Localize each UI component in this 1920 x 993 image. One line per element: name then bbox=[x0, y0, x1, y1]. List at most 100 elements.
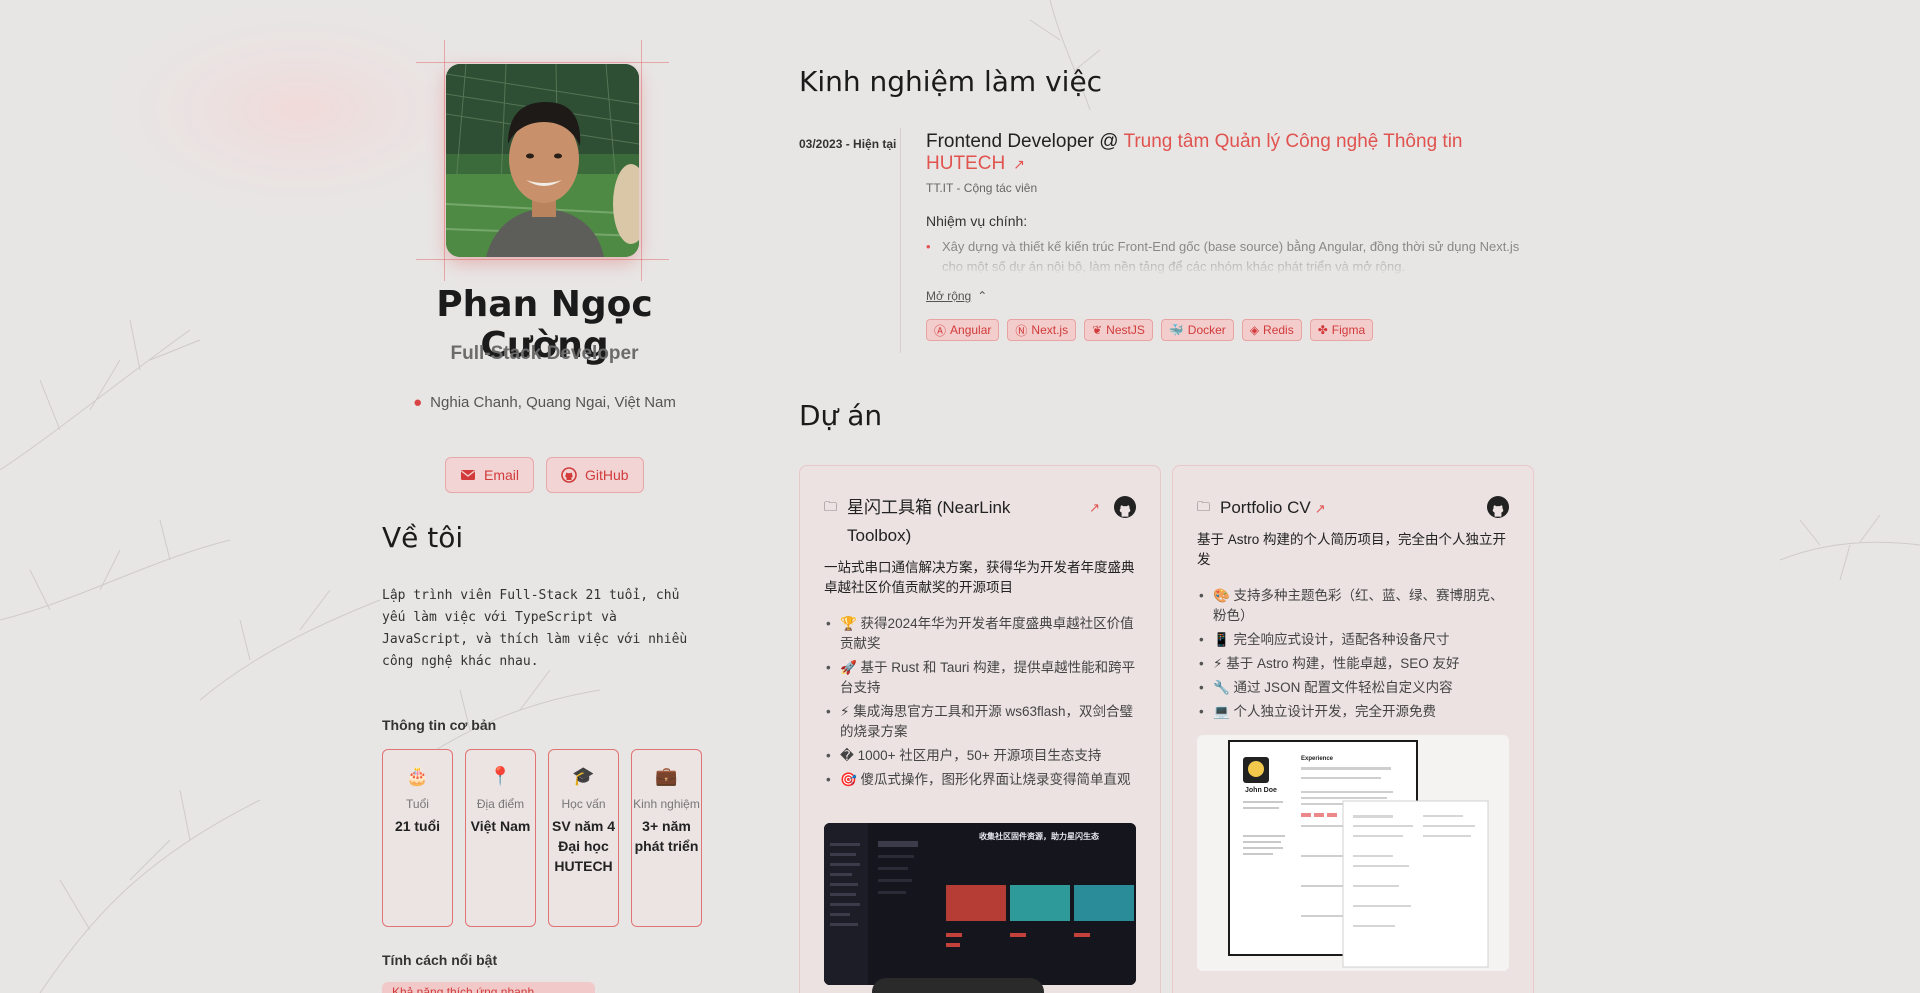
feature-item: 💻 个人独立设计开发，完全开源免费 bbox=[1197, 702, 1509, 722]
figma-icon: ✤ bbox=[1317, 323, 1328, 337]
experience-date: 03/2023 - Hiện tại bbox=[799, 137, 897, 151]
expand-label: Mở rộng bbox=[926, 289, 972, 303]
project-description: 一站式串口通信解决方案，获得华为开发者年度盛典卓越社区价值贡献奖的开源项目 bbox=[824, 560, 1135, 595]
project-title-text: 星闪工具箱 (NearLink Toolbox) bbox=[847, 498, 1011, 545]
project-features: 🎨 支持多种主题色彩（红、蓝、绿、赛博朋克、粉色） 📱 完全响应式设计，适配各种… bbox=[1197, 586, 1509, 726]
github-icon bbox=[561, 467, 577, 483]
tag-label: Figma bbox=[1331, 323, 1366, 337]
feature-item: 📱 完全响应式设计，适配各种设备尺寸 bbox=[1197, 630, 1509, 650]
project-title-text: Portfolio CV bbox=[1220, 498, 1311, 517]
experience-heading: Kinh nghiệm làm việc bbox=[799, 65, 1103, 98]
about-heading: Về tôi bbox=[382, 521, 464, 554]
info-card-age: 🎂 Tuổi 21 tuổi bbox=[382, 749, 453, 927]
project-title[interactable]: Portfolio CV ↗ bbox=[1220, 494, 1326, 523]
nextjs-icon: Ⓝ bbox=[1015, 323, 1028, 338]
tag-angular: Ⓐ Angular bbox=[926, 319, 1000, 341]
feature-item: 🎨 支持多种主题色彩（红、蓝、绿、赛博朋克、粉色） bbox=[1197, 586, 1509, 626]
trait-pill: Khả năng thích ứng nhanh bbox=[382, 982, 595, 993]
email-button[interactable]: Email bbox=[445, 457, 535, 493]
chevron-up-icon: ⌃ bbox=[977, 289, 988, 303]
info-card-value: 21 tuổi bbox=[394, 818, 441, 834]
feature-item: � 1000+ 社区用户，50+ 开源项目生态支持 bbox=[824, 746, 1136, 766]
tag-figma: ✤ Figma bbox=[1309, 319, 1374, 341]
info-card-value: SV năm 4 Đại học HUTECH bbox=[551, 818, 616, 874]
pin-icon: 📍 bbox=[489, 766, 512, 786]
feature-item: 🏆 获得2024年华为开发者年度盛典卓越社区价值贡献奖 bbox=[824, 614, 1136, 654]
tag-nestjs: ❦ NestJS bbox=[1084, 319, 1153, 341]
folder-icon: 🗀 bbox=[1197, 499, 1211, 514]
github-button[interactable]: GitHub bbox=[546, 457, 644, 493]
tag-label: Redis bbox=[1263, 323, 1294, 337]
feature-item: ⚡ 基于 Astro 构建，性能卓越，SEO 友好 bbox=[1197, 654, 1509, 674]
nestjs-icon: ❦ bbox=[1092, 323, 1103, 337]
tag-redis: ◈ Redis bbox=[1241, 319, 1302, 341]
mail-icon bbox=[461, 470, 475, 480]
github-label: GitHub bbox=[585, 467, 629, 483]
info-card-experience: 💼 Kinh nghiệm 3+ năm phát triển bbox=[631, 749, 702, 927]
tag-nextjs: Ⓝ Next.js bbox=[1007, 319, 1077, 341]
project-screenshot[interactable]: John Doe Experience bbox=[1197, 735, 1509, 971]
feature-item: 🎯 傻瓜式操作，图形化界面让烧录变得简单直观 bbox=[824, 770, 1136, 790]
tag-docker: 🐳 Docker bbox=[1160, 319, 1234, 341]
folder-icon: 🗀 bbox=[824, 499, 838, 514]
projects-heading: Dự án bbox=[799, 399, 883, 432]
screenshot-name: John Doe bbox=[1245, 787, 1277, 794]
info-card-label: Tuổi bbox=[406, 797, 429, 811]
experience-entry: Frontend Developer @ Trung tâm Quản lý C… bbox=[926, 131, 1531, 341]
tag-label: NestJS bbox=[1106, 323, 1145, 337]
project-header: 🗀 Portfolio CV ↗ bbox=[1197, 494, 1509, 523]
angular-icon: Ⓐ bbox=[934, 323, 947, 338]
project-description: 基于 Astro 构建的个人简历项目，完全由个人独立开发 bbox=[1197, 532, 1507, 567]
external-link-icon[interactable]: ↗ bbox=[1089, 500, 1100, 516]
profile-location: ● Nghia Chanh, Quang Ngai, Việt Nam bbox=[382, 394, 707, 411]
basic-info-heading: Thông tin cơ bản bbox=[382, 717, 497, 733]
info-card-education: 🎓 Học vấn SV năm 4 Đại học HUTECH bbox=[548, 749, 619, 927]
avatar-frame bbox=[416, 40, 669, 281]
info-card-value: Việt Nam bbox=[470, 818, 531, 834]
github-icon[interactable] bbox=[1114, 496, 1136, 518]
email-label: Email bbox=[484, 467, 520, 483]
timeline-line bbox=[900, 128, 901, 353]
expand-toggle[interactable]: Mở rộng ⌃ bbox=[926, 289, 987, 303]
info-card-location: 📍 Địa điểm Việt Nam bbox=[465, 749, 536, 927]
task-item: Xây dựng và thiết kế kiến trúc Front-End… bbox=[926, 237, 1531, 277]
project-title[interactable]: 星闪工具箱 (NearLink Toolbox) bbox=[847, 494, 1067, 550]
project-header: 🗀 星闪工具箱 (NearLink Toolbox) ↗ bbox=[824, 494, 1136, 550]
experience-title: Frontend Developer @ Trung tâm Quản lý C… bbox=[926, 131, 1531, 175]
screenshot-caption: 收集社区固件资源，助力星闪生态 bbox=[979, 832, 1099, 841]
info-card-label: Kinh nghiệm bbox=[633, 797, 700, 811]
job-title: Frontend Developer @ bbox=[926, 131, 1124, 152]
info-card-label: Học vấn bbox=[561, 797, 606, 811]
redis-icon: ◈ bbox=[1249, 323, 1260, 337]
location-text: Nghia Chanh, Quang Ngai, Việt Nam bbox=[430, 394, 676, 411]
cake-icon: 🎂 bbox=[406, 766, 429, 786]
traits-heading: Tính cách nổi bật bbox=[382, 952, 498, 968]
graduation-cap-icon: 🎓 bbox=[572, 766, 595, 786]
experience-subtitle: TT.IT - Cộng tác viên bbox=[926, 181, 1038, 195]
tag-label: Next.js bbox=[1031, 323, 1069, 337]
project-features: 🏆 获得2024年华为开发者年度盛典卓越社区价值贡献奖 🚀 基于 Rust 和 … bbox=[824, 614, 1136, 794]
feature-item: ⚡ 集成海思官方工具和开源 ws63flash，双剑合璧的烧录方案 bbox=[824, 702, 1136, 742]
docker-icon: 🐳 bbox=[1168, 323, 1184, 337]
feature-item: 🔧 通过 JSON 配置文件轻松自定义内容 bbox=[1197, 678, 1509, 698]
briefcase-icon: 💼 bbox=[655, 766, 678, 786]
tag-label: Angular bbox=[950, 323, 992, 337]
tag-label: Docker bbox=[1187, 323, 1226, 337]
external-link-icon[interactable]: ↗ bbox=[1315, 501, 1326, 516]
info-card-label: Địa điểm bbox=[476, 797, 525, 811]
external-link-icon[interactable]: ↗ bbox=[1013, 156, 1025, 172]
tasks-heading: Nhiệm vụ chính: bbox=[926, 213, 1028, 229]
screenshot-heading: Experience bbox=[1301, 756, 1334, 762]
project-screenshot[interactable]: 收集社区固件资源，助力星闪生态 bbox=[824, 823, 1136, 985]
github-icon[interactable] bbox=[1487, 496, 1509, 518]
profile-role: Full-Stack Developer bbox=[450, 343, 639, 364]
about-text: Lập trình viên Full-Stack 21 tuổi, chủ y… bbox=[382, 588, 688, 669]
project-card-nearlink: 🗀 星闪工具箱 (NearLink Toolbox) ↗ 一站式串口通信解决方案… bbox=[799, 465, 1161, 993]
info-card-value: 3+ năm phát triển bbox=[634, 818, 699, 854]
tech-tags: Ⓐ Angular Ⓝ Next.js ❦ NestJS 🐳 Docker ◈ Redis… bbox=[926, 319, 1531, 341]
contact-links: Email GitHub bbox=[445, 457, 644, 493]
project-card-portfolio: 🗀 Portfolio CV ↗ 基于 Astro 构建的个人简历项目，完全由个人… bbox=[1172, 465, 1534, 993]
basic-info-cards: 🎂 Tuổi 21 tuổi 📍 Địa điểm Việt Nam 🎓 Học… bbox=[382, 749, 702, 927]
floating-toolbar[interactable] bbox=[872, 978, 1044, 993]
globe-icon: ● bbox=[413, 394, 423, 411]
